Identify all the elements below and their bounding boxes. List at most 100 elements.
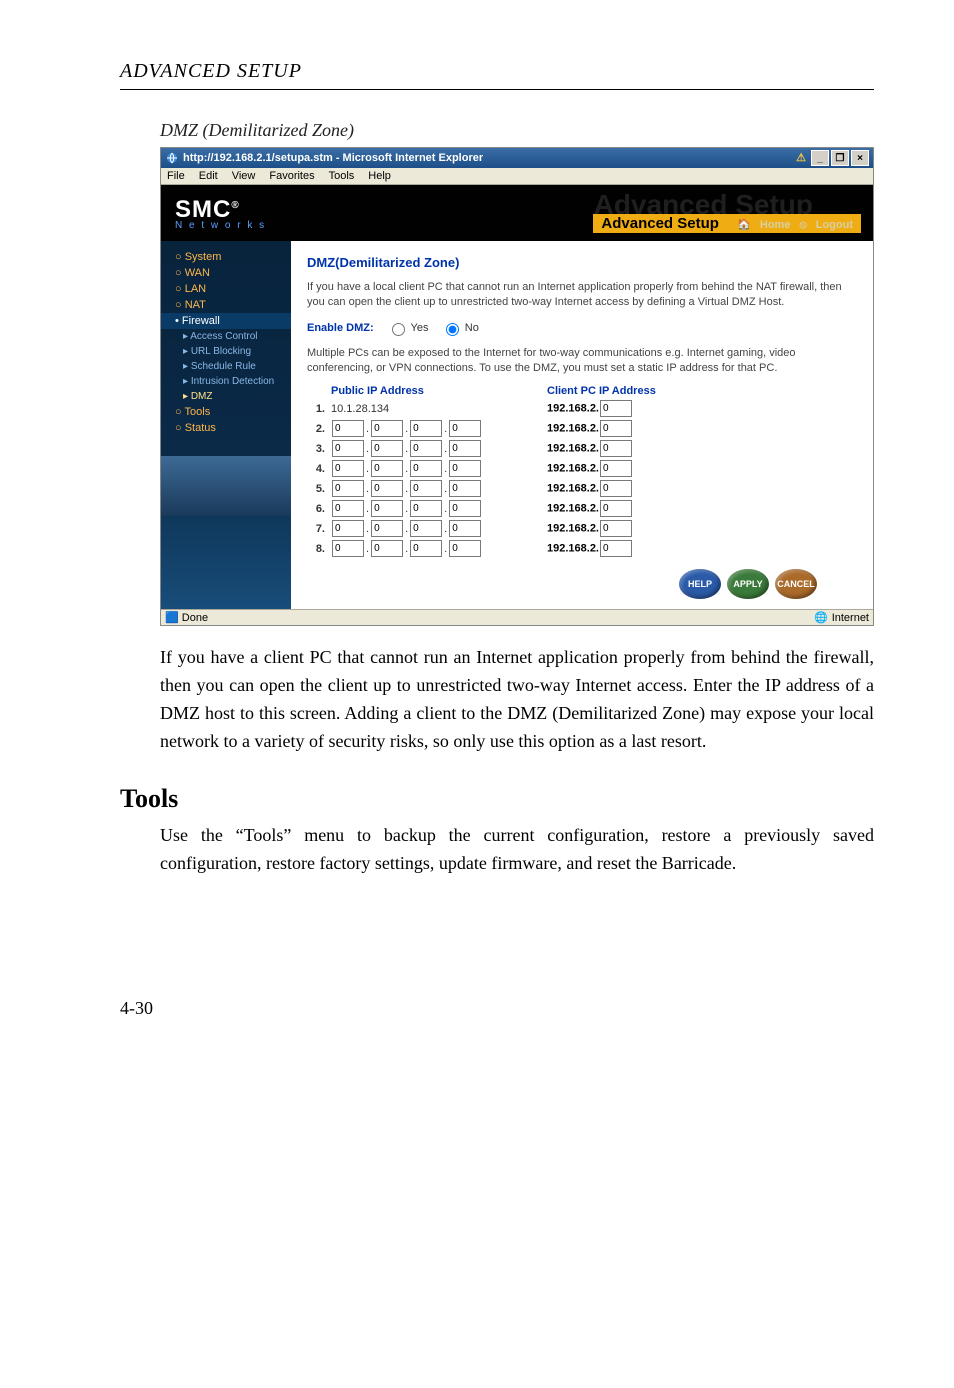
sidebar-item-firewall[interactable]: • Firewall xyxy=(161,313,291,329)
public-ip-octet[interactable] xyxy=(449,420,481,437)
dot: . xyxy=(405,543,408,555)
status-done: Done xyxy=(182,612,208,624)
public-ip-octet[interactable] xyxy=(410,440,442,457)
public-ip-octet[interactable] xyxy=(410,480,442,497)
enable-dmz-no-radio[interactable] xyxy=(446,323,459,336)
home-link[interactable]: 🏠 Home xyxy=(737,219,790,231)
window-titlebar: http://192.168.2.1/setupa.stm - Microsof… xyxy=(161,148,873,168)
row-number: 8. xyxy=(307,543,325,555)
dot: . xyxy=(366,443,369,455)
apply-button[interactable]: APPLY xyxy=(727,569,769,599)
public-ip-octet[interactable] xyxy=(371,420,403,437)
sidebar-item-nat[interactable]: ○ NAT xyxy=(161,297,291,313)
public-ip-octet[interactable] xyxy=(449,460,481,477)
public-ip-octet[interactable] xyxy=(449,440,481,457)
menubar: File Edit View Favorites Tools Help xyxy=(161,168,873,185)
client-ip-last-octet[interactable] xyxy=(600,460,632,477)
tools-heading: Tools xyxy=(120,784,874,814)
enable-dmz-label: Enable DMZ: xyxy=(307,322,374,334)
logout-link[interactable]: ⦸ Logout xyxy=(800,219,854,231)
dmz-row: 3....192.168.2. xyxy=(307,440,857,457)
minimize-button[interactable]: _ xyxy=(811,150,829,166)
dot: . xyxy=(366,543,369,555)
client-ip-prefix: 192.168.2. xyxy=(547,463,599,475)
menu-favorites[interactable]: Favorites xyxy=(269,170,314,182)
sidebar-item-status[interactable]: ○ Status xyxy=(161,420,291,436)
dot: . xyxy=(444,523,447,535)
menu-edit[interactable]: Edit xyxy=(199,170,218,182)
dmz-row: 5....192.168.2. xyxy=(307,480,857,497)
client-ip-last-octet[interactable] xyxy=(600,440,632,457)
sidebar-item-tools[interactable]: ○ Tools xyxy=(161,404,291,420)
public-ip-octet[interactable] xyxy=(410,540,442,557)
client-ip-last-octet[interactable] xyxy=(600,400,632,417)
public-ip-octet[interactable] xyxy=(410,460,442,477)
public-ip-octet[interactable] xyxy=(449,500,481,517)
sidebar-item-system[interactable]: ○ System xyxy=(161,249,291,265)
public-ip-octet[interactable] xyxy=(449,520,481,537)
content-para-1: If you have a local client PC that canno… xyxy=(307,280,857,310)
client-ip-last-octet[interactable] xyxy=(600,480,632,497)
client-ip-last-octet[interactable] xyxy=(600,500,632,517)
sidebar-item-wan[interactable]: ○ WAN xyxy=(161,265,291,281)
menu-file[interactable]: File xyxy=(167,170,185,182)
public-ip-octet[interactable] xyxy=(332,460,364,477)
public-ip-octet[interactable] xyxy=(371,500,403,517)
public-ip-octet[interactable] xyxy=(332,440,364,457)
client-ip-header: Client PC IP Address xyxy=(547,385,656,397)
dmz-row: 1.10.1.28.134192.168.2. xyxy=(307,400,857,417)
client-ip-prefix: 192.168.2. xyxy=(547,403,599,415)
sub-heading: DMZ (Demilitarized Zone) xyxy=(160,120,874,141)
dmz-row: 2....192.168.2. xyxy=(307,420,857,437)
public-ip-octet[interactable] xyxy=(371,540,403,557)
app-banner: SMC® N e t w o r k s Advanced Setup Adva… xyxy=(161,185,873,241)
body-paragraph: If you have a client PC that cannot run … xyxy=(160,644,874,756)
menu-view[interactable]: View xyxy=(232,170,256,182)
ie-icon xyxy=(165,151,179,165)
public-ip-octet[interactable] xyxy=(371,520,403,537)
menu-help[interactable]: Help xyxy=(368,170,391,182)
cancel-button[interactable]: CANCEL xyxy=(775,569,817,599)
public-ip-octet[interactable] xyxy=(332,420,364,437)
enable-dmz-yes-radio[interactable] xyxy=(392,323,405,336)
sidebar-item-schedule-rule[interactable]: ▸ Schedule Rule xyxy=(161,359,291,374)
header-rule xyxy=(120,89,874,90)
public-ip-static: 10.1.28.134 xyxy=(331,403,389,415)
help-button[interactable]: HELP xyxy=(679,569,721,599)
sidebar-item-intrusion-detection[interactable]: ▸ Intrusion Detection xyxy=(161,374,291,389)
public-ip-octet[interactable] xyxy=(332,540,364,557)
public-ip-octet[interactable] xyxy=(449,480,481,497)
dot: . xyxy=(405,423,408,435)
dmz-row: 8.... 192.168.2. xyxy=(307,540,857,557)
status-zone: Internet xyxy=(832,612,869,624)
sidebar-item-access-control[interactable]: ▸ Access Control xyxy=(161,329,291,344)
public-ip-octet[interactable] xyxy=(371,440,403,457)
page-header: ADVANCED SETUP xyxy=(120,60,874,83)
public-ip-octet[interactable] xyxy=(410,520,442,537)
sidebar-decorative-image xyxy=(161,456,291,516)
public-ip-octet[interactable] xyxy=(371,480,403,497)
public-ip-octet[interactable] xyxy=(410,500,442,517)
dot: . xyxy=(366,483,369,495)
public-ip-octet[interactable] xyxy=(332,500,364,517)
row-number: 7. xyxy=(307,523,325,535)
sidebar-item-lan[interactable]: ○ LAN xyxy=(161,281,291,297)
dot: . xyxy=(444,543,447,555)
public-ip-octet[interactable] xyxy=(410,420,442,437)
close-button[interactable]: × xyxy=(851,150,869,166)
restore-button[interactable]: ❐ xyxy=(831,150,849,166)
menu-tools[interactable]: Tools xyxy=(329,170,355,182)
content-title: DMZ(Demilitarized Zone) xyxy=(307,255,857,270)
public-ip-octet[interactable] xyxy=(371,460,403,477)
client-ip-prefix: 192.168.2. xyxy=(547,443,599,455)
sidebar-item-dmz[interactable]: ▸ DMZ xyxy=(161,389,291,404)
public-ip-octet[interactable] xyxy=(332,520,364,537)
public-ip-octet[interactable] xyxy=(332,480,364,497)
public-ip-octet[interactable] xyxy=(449,540,481,557)
dot: . xyxy=(444,503,447,515)
client-ip-last-octet[interactable] xyxy=(600,540,632,557)
client-ip-last-octet[interactable] xyxy=(600,420,632,437)
client-ip-prefix: 192.168.2. xyxy=(547,543,599,555)
sidebar-item-url-blocking[interactable]: ▸ URL Blocking xyxy=(161,344,291,359)
client-ip-last-octet[interactable] xyxy=(600,520,632,537)
